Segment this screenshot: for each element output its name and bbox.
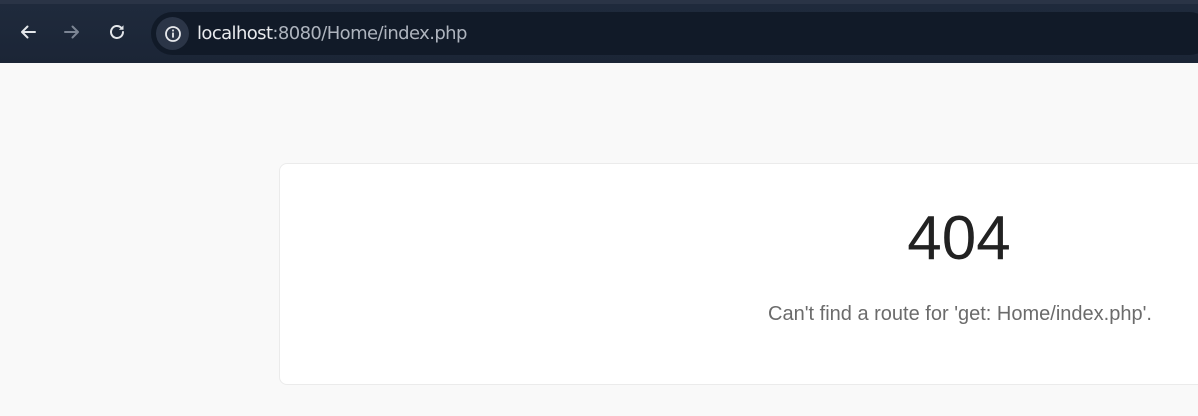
- browser-toolbar: localhost:8080/Home/index.php: [0, 0, 1198, 63]
- arrow-left-icon: [21, 25, 36, 39]
- back-button[interactable]: [14, 18, 42, 46]
- address-bar[interactable]: localhost:8080/Home/index.php: [151, 12, 1198, 55]
- error-card: [279, 163, 1198, 385]
- forward-button[interactable]: [58, 18, 86, 46]
- error-code: 404: [907, 204, 1011, 273]
- site-info-button[interactable]: [156, 17, 189, 50]
- arrow-right-icon: [64, 25, 79, 39]
- reload-icon: [110, 25, 124, 39]
- url-path: :8080/Home/index.php: [272, 23, 467, 44]
- info-icon: [164, 25, 181, 42]
- url-text[interactable]: localhost:8080/Home/index.php: [197, 23, 467, 45]
- error-message: Can't find a route for 'get: Home/index.…: [768, 303, 1152, 325]
- reload-button[interactable]: [103, 18, 131, 46]
- url-host: localhost: [197, 23, 273, 44]
